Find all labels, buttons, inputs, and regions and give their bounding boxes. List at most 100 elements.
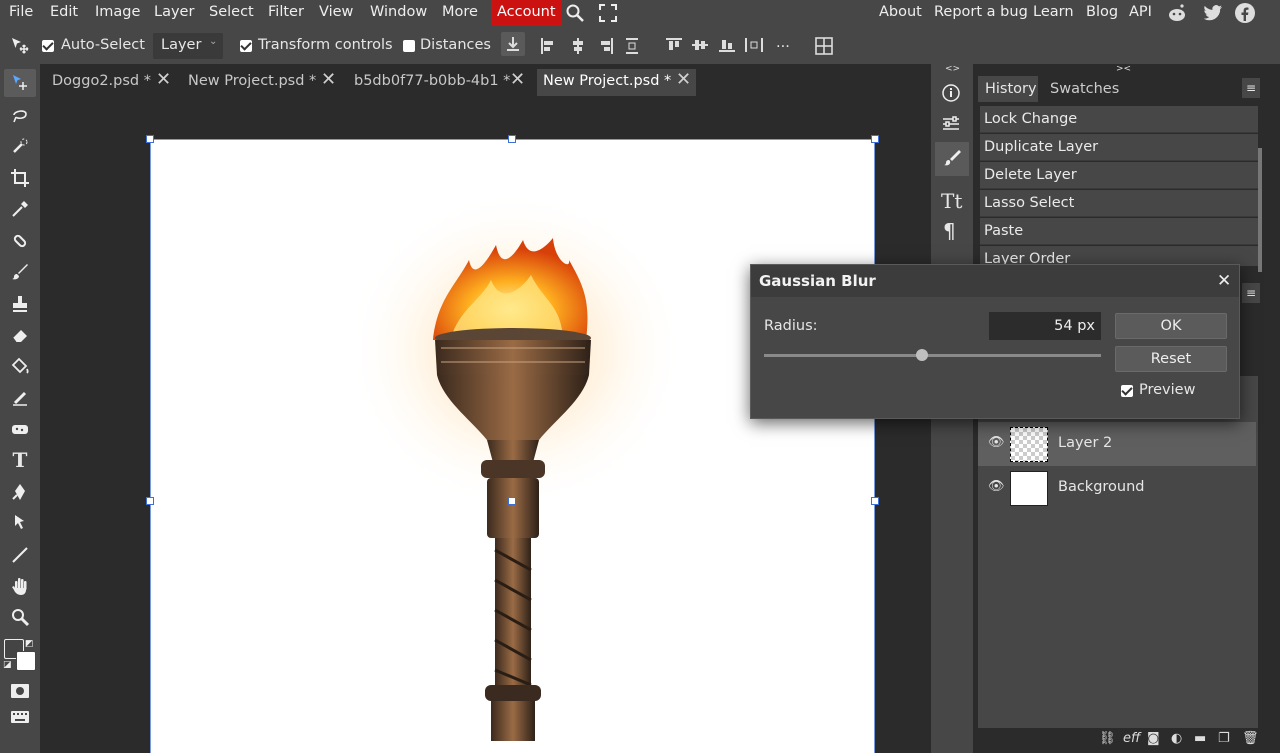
zoom-icon[interactable]: [4, 603, 36, 631]
history-item[interactable]: Layer Order: [980, 246, 1258, 266]
align-bottom-icon[interactable]: [719, 38, 735, 56]
mask-icon[interactable]: ◙: [1147, 731, 1160, 746]
distribute-h-icon[interactable]: [626, 38, 638, 58]
layer-row[interactable]: 👁 Layer 2: [978, 422, 1256, 466]
info-icon[interactable]: [941, 83, 961, 107]
tab-b5db0f77[interactable]: b5db0f77-b0bb-4b1 *: [348, 69, 516, 96]
eraser-icon[interactable]: [4, 321, 36, 349]
link-layers-icon[interactable]: ⛓: [1099, 731, 1116, 746]
align-left-icon[interactable]: [541, 38, 555, 58]
eyedropper-icon[interactable]: [4, 195, 36, 223]
effects-button[interactable]: eff: [1123, 731, 1140, 746]
menu-more[interactable]: More: [442, 0, 478, 26]
panel-menu-icon[interactable]: ≡: [1242, 78, 1260, 98]
twitter-icon[interactable]: [1202, 2, 1224, 28]
adjustments-icon[interactable]: [941, 114, 961, 138]
transform-handle[interactable]: [508, 135, 516, 143]
transform-handle[interactable]: [146, 135, 154, 143]
layer-row[interactable]: 👁 Background: [978, 466, 1256, 510]
radius-slider[interactable]: [764, 354, 1101, 357]
fullscreen-icon[interactable]: [598, 3, 618, 27]
eye-icon[interactable]: 👁: [988, 479, 1005, 494]
tab-history[interactable]: History: [978, 76, 1038, 102]
lasso-select-icon[interactable]: [4, 101, 36, 129]
auto-select-checkbox[interactable]: [42, 40, 54, 52]
path-select-icon[interactable]: [4, 509, 36, 537]
crop-icon[interactable]: [4, 164, 36, 192]
pen-tool-icon[interactable]: [4, 478, 36, 506]
preview-checkbox[interactable]: [1121, 385, 1133, 397]
menu-select[interactable]: Select: [209, 0, 254, 26]
hand-icon[interactable]: [4, 572, 36, 600]
auto-select-target-dropdown[interactable]: Layer ⌄: [153, 33, 223, 59]
menu-filter[interactable]: Filter: [268, 0, 304, 26]
smudge-icon[interactable]: [4, 384, 36, 412]
menu-api[interactable]: API: [1129, 0, 1152, 26]
menu-learn[interactable]: Learn: [1033, 0, 1074, 26]
history-scrollbar[interactable]: [1258, 148, 1262, 272]
sponge-icon[interactable]: [4, 415, 36, 443]
background-color-swatch[interactable]: [16, 651, 36, 671]
download-icon[interactable]: [501, 32, 525, 56]
menu-image[interactable]: Image: [95, 0, 140, 26]
menu-account[interactable]: Account: [491, 0, 562, 26]
layers-scrollbar[interactable]: [1258, 376, 1262, 726]
align-center-h-icon[interactable]: [571, 38, 585, 58]
close-icon[interactable]: ✕: [1217, 271, 1231, 291]
tab-new-project-active[interactable]: New Project.psd *: [537, 69, 696, 96]
new-layer-icon[interactable]: ❐: [1218, 731, 1230, 746]
quick-select-icon[interactable]: [4, 132, 36, 160]
menu-about[interactable]: About: [879, 0, 922, 26]
reddit-icon[interactable]: [1166, 2, 1188, 28]
menu-view[interactable]: View: [319, 0, 353, 26]
close-icon[interactable]: ✕: [676, 69, 691, 90]
history-item[interactable]: Delete Layer: [980, 162, 1258, 189]
history-item[interactable]: Paste: [980, 218, 1258, 245]
menu-window[interactable]: Window: [370, 0, 427, 26]
quick-mask-icon[interactable]: [11, 683, 29, 702]
transform-handle[interactable]: [871, 497, 879, 505]
panel-menu-icon[interactable]: ≡: [1242, 283, 1260, 303]
brush-settings-icon[interactable]: [935, 142, 969, 176]
facebook-icon[interactable]: [1234, 2, 1256, 28]
search-icon[interactable]: [565, 3, 585, 27]
close-icon[interactable]: ✕: [510, 69, 525, 90]
adjustment-layer-icon[interactable]: ◐: [1171, 731, 1182, 746]
transform-handle[interactable]: [508, 497, 516, 505]
align-right-icon[interactable]: [599, 38, 613, 58]
close-icon[interactable]: ✕: [321, 69, 336, 90]
distribute-v-icon[interactable]: [745, 38, 763, 56]
line-tool-icon[interactable]: [4, 541, 36, 569]
stamp-icon[interactable]: [4, 290, 36, 318]
radius-input[interactable]: 54 px: [989, 312, 1101, 340]
history-item[interactable]: Duplicate Layer: [980, 134, 1258, 161]
transform-handle[interactable]: [871, 135, 879, 143]
more-align-button[interactable]: ...: [776, 35, 790, 51]
reset-colors-icon[interactable]: ◪: [3, 660, 12, 670]
align-top-icon[interactable]: [666, 38, 682, 56]
canvas[interactable]: [150, 139, 875, 753]
collapse-arrows-icon[interactable]: <>: [945, 64, 960, 74]
text-tool-icon[interactable]: T: [4, 446, 36, 474]
align-middle-v-icon[interactable]: [692, 38, 708, 56]
transform-handle[interactable]: [146, 497, 154, 505]
menu-report-bug[interactable]: Report a bug: [934, 0, 1028, 26]
character-icon[interactable]: Tt: [941, 189, 962, 213]
transform-controls-checkbox[interactable]: [240, 40, 252, 52]
eye-icon[interactable]: 👁: [988, 435, 1005, 450]
menu-blog[interactable]: Blog: [1086, 0, 1118, 26]
history-item[interactable]: Lock Change: [980, 106, 1258, 133]
folder-icon[interactable]: ▬: [1194, 731, 1206, 746]
swap-colors-icon[interactable]: ◩: [25, 639, 34, 649]
move-tool-icon[interactable]: [4, 69, 36, 97]
paragraph-icon[interactable]: ¶: [943, 219, 956, 243]
radius-slider-thumb[interactable]: [916, 349, 929, 361]
healing-brush-icon[interactable]: [4, 227, 36, 255]
tab-new-project-1[interactable]: New Project.psd *: [182, 69, 322, 96]
tab-doggo2[interactable]: Doggo2.psd *: [46, 69, 157, 96]
distances-checkbox[interactable]: [403, 40, 415, 52]
menu-layer[interactable]: Layer: [154, 0, 194, 26]
history-item[interactable]: Lasso Select: [980, 190, 1258, 217]
brush-icon[interactable]: [4, 258, 36, 286]
reset-button[interactable]: Reset: [1115, 346, 1227, 372]
